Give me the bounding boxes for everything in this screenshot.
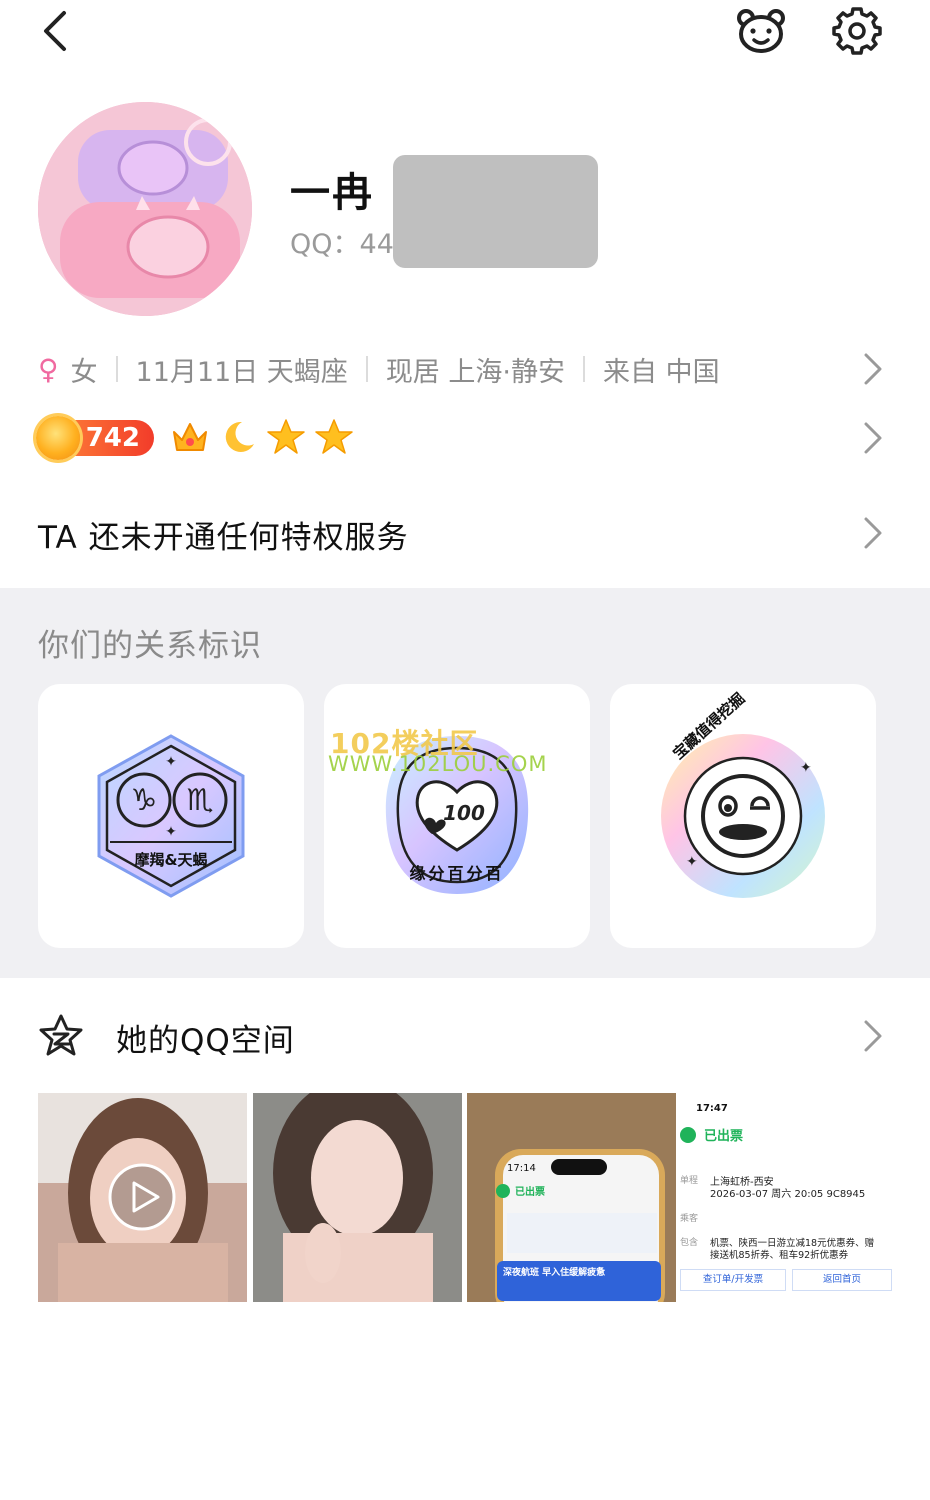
bear-face-icon [737,9,785,53]
svg-text:♏: ♏ [187,783,214,818]
chevron-right-icon[interactable] [862,1019,884,1053]
package-line-2: 接送机85折券、租车92折优惠券 [710,1250,849,1261]
profile-info-row[interactable]: ♀ 女 11月11日 天蝎座 现居 上海·静安 来自 中国 [38,345,720,393]
female-icon: ♀ [38,352,59,386]
treasure-dig-badge-icon: ✦ ✦ [661,734,825,898]
svg-text:✦: ✦ [165,754,177,770]
moon-icon [225,421,254,452]
back-button[interactable] [36,8,80,54]
divider [582,356,585,382]
qzone-title[interactable]: 她的QQ空间 [116,1015,295,1060]
settings-button[interactable] [830,6,884,56]
passenger-label: 乘客 [680,1214,699,1224]
star-icon [267,419,305,454]
svg-text:✦: ✦ [165,824,177,840]
divider [115,356,118,382]
route-label: 单程 [680,1176,699,1186]
ticket-time: 17:47 [696,1103,728,1114]
qzone-photo-ticket[interactable]: 17:47 已出票 单程 上海虹桥-西安 2026-03-07 周六 20:05… [680,1093,892,1302]
zodiac-badge-label: 摩羯&天蝎 [134,851,208,869]
nickname: 一冉 [290,170,374,216]
gear-icon [832,7,882,55]
video-thumbnail [38,1093,247,1302]
gender-text: 女 [70,356,98,388]
chevron-right-icon[interactable] [862,352,884,386]
screenshot-banner: 深夜航班 早入住缓解疲惫 [503,1268,606,1278]
home-button: 返回首页 [792,1269,892,1291]
qzone-photo-video[interactable] [38,1093,247,1302]
qq-label: QQ： [290,229,360,260]
sun-icon [36,416,80,460]
privilege-status[interactable]: TA 还未开通任何特权服务 [38,512,409,557]
qzone-photo-screenshot[interactable]: 17:14 已出票 深夜航班 早入住缓解疲惫 [467,1093,676,1302]
redaction-block [393,155,598,268]
divider [365,356,368,382]
ticket-status: 已出票 [704,1129,744,1144]
capricorn-scorpio-badge-icon: ♑ ♏ ✦ ✦ [97,734,245,898]
qq-number: QQ：44 [290,222,394,261]
svg-text:♑: ♑ [131,783,158,818]
chevron-left-icon [44,11,66,51]
avatar-image [38,102,252,316]
watermark-url: WWW.102LOU.COM [328,752,548,776]
residence: 现居 上海·静安 [385,356,565,388]
level-value: 742 [85,423,140,453]
svg-text:✦: ✦ [800,760,812,776]
relationship-card-treasure[interactable]: ✦ ✦ 宝藏值得挖掘 [610,684,876,948]
qq-value: 44 [359,229,394,260]
qzone-star-icon [39,1014,83,1056]
chevron-right-icon[interactable] [862,421,884,455]
birthday-sign: 11月11日 天蝎座 [135,356,348,388]
star-icon [315,419,353,454]
avatar[interactable] [38,102,252,316]
qzone-photo[interactable] [253,1093,462,1302]
relationship-title: 你们的关系标识 [38,628,262,664]
match-badge-label: 缘分百分百 [409,864,505,883]
screenshot-status: 已出票 [515,1187,545,1198]
screenshot-time: 17:14 [507,1163,536,1174]
svg-text:✦: ✦ [686,854,698,870]
ticket-datetime: 2026-03-07 周六 20:05 9C8945 [710,1189,866,1200]
relationship-card-zodiac[interactable]: ♑ ♏ ✦ ✦ 摩羯&天蝎 [38,684,304,948]
invoice-button: 查订单/开发票 [680,1269,786,1291]
svg-text:100: 100 [443,801,485,825]
bear-face-button[interactable] [734,6,788,56]
crown-icon [173,423,207,451]
origin: 来自 中国 [602,356,720,388]
package-label: 包含 [680,1238,699,1248]
photo-thumbnail [253,1093,462,1302]
chevron-right-icon[interactable] [862,516,884,550]
check-icon [680,1127,696,1143]
